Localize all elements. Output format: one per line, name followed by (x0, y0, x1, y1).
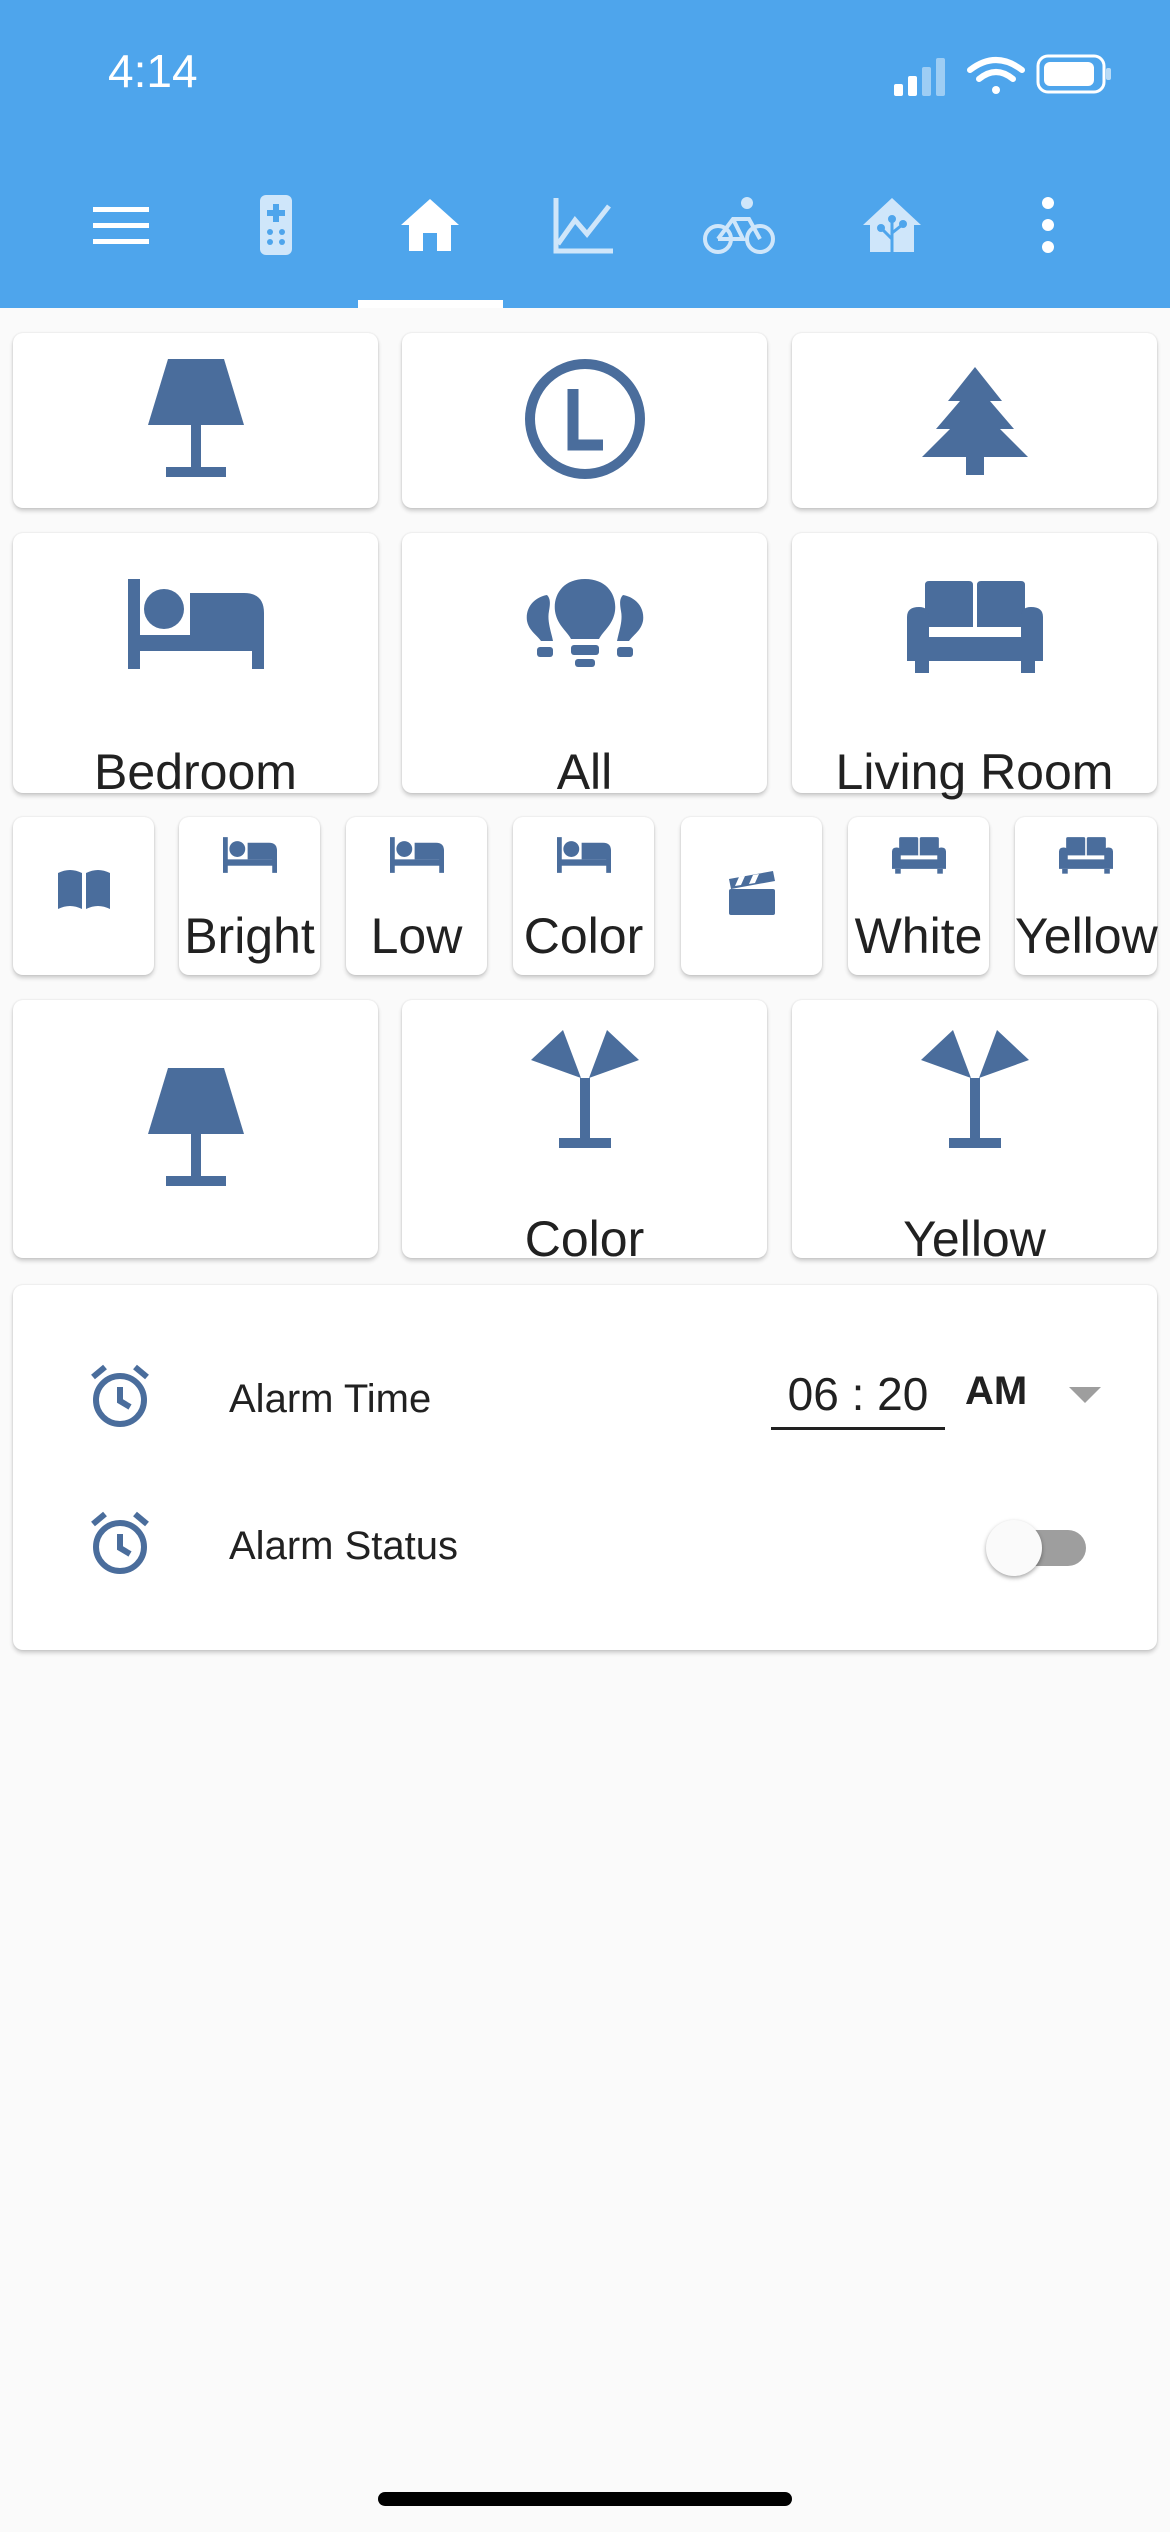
sofa-icon (906, 581, 1043, 673)
remote-icon (260, 195, 292, 255)
living-yellow-button[interactable]: Yellow (1015, 817, 1158, 975)
alarm-time-label: Alarm Time (229, 1377, 432, 1421)
living-room-button[interactable]: Living Room (792, 533, 1157, 800)
menu-icon (93, 207, 149, 244)
reading-scene-button[interactable] (13, 817, 154, 975)
clock-l-button[interactable] (402, 333, 767, 508)
bedroom-button[interactable]: Bedroom (13, 533, 378, 800)
battery-icon (1036, 54, 1111, 94)
tab-activity[interactable] (684, 180, 794, 270)
alarm-status-row: Alarm Status (13, 1490, 1157, 1590)
movie-scene-button[interactable] (681, 817, 822, 975)
alarm-clock-icon (91, 1364, 149, 1427)
lamp-yellow-label: Yellow (903, 1211, 1046, 1267)
living-white-button[interactable]: White (848, 817, 989, 975)
all-label: All (556, 744, 613, 800)
status-time: 4:14 (108, 45, 198, 97)
dropdown-arrow-icon (1069, 1387, 1101, 1403)
chart-line-icon (553, 198, 613, 254)
bed-icon (127, 579, 264, 669)
tab-overflow-menu[interactable] (993, 180, 1103, 270)
tab-history[interactable] (529, 180, 639, 270)
more-vertical-icon (1042, 197, 1054, 253)
ampm-select[interactable]: AM (965, 1363, 1105, 1423)
tree-button[interactable] (792, 333, 1157, 508)
wifi-icon (967, 57, 1025, 94)
home-icon (401, 199, 459, 251)
alarm-clock-icon (91, 1511, 149, 1574)
floor-lamp-dual-icon (920, 1030, 1029, 1148)
sofa-icon (1059, 837, 1113, 874)
home-assistant-icon (863, 198, 921, 252)
floor-lamp-color-button[interactable]: Color (402, 1000, 767, 1267)
signal-icon (894, 58, 945, 96)
floor-lamp-yellow-button[interactable]: Yellow (792, 1000, 1157, 1267)
bedroom-color-button[interactable]: Color (513, 817, 654, 975)
tab-home-assistant[interactable] (837, 180, 947, 270)
lamp-button[interactable] (13, 333, 378, 508)
alarm-status-label: Alarm Status (229, 1524, 458, 1568)
pine-tree-icon (921, 367, 1028, 475)
book-open-icon (57, 870, 110, 909)
yellow-label: Yellow (1015, 908, 1158, 964)
home-indicator (378, 2492, 792, 2506)
alarm-time-input[interactable]: 06 : 20 (771, 1357, 945, 1430)
tab-home[interactable] (375, 180, 485, 270)
alarm-time-row: Alarm Time 06 : 20 AM (13, 1343, 1157, 1443)
bed-icon (222, 837, 277, 873)
bed-icon (389, 837, 444, 873)
bike-icon (703, 197, 775, 254)
bedroom-low-button[interactable]: Low (346, 817, 487, 975)
lamp-color-label: Color (524, 1211, 645, 1267)
lamp-icon (147, 359, 244, 477)
color-label: Color (523, 908, 644, 964)
lamp-button-2[interactable] (13, 1000, 378, 1258)
bed-icon (556, 837, 611, 873)
lamp-icon (147, 1068, 244, 1186)
movie-clapper-icon (728, 871, 775, 915)
all-lights-button[interactable]: All (402, 533, 767, 800)
floor-lamp-dual-icon (530, 1030, 639, 1148)
status-icons (894, 52, 1114, 98)
living-room-label: Living Room (835, 744, 1114, 800)
tab-remote[interactable] (221, 180, 331, 270)
bedroom-label: Bedroom (94, 744, 297, 800)
toggle-knob (986, 1520, 1042, 1576)
sofa-icon (891, 837, 946, 874)
bedroom-bright-button[interactable]: Bright (179, 817, 320, 975)
alarm-status-toggle[interactable] (986, 1518, 1098, 1576)
alarm-entities-card: Alarm Time 06 : 20 AM Alarm Status (13, 1285, 1157, 1650)
bright-label: Bright (184, 908, 315, 964)
app-header: 4:14 (0, 0, 1170, 308)
tab-menu[interactable] (66, 180, 176, 270)
clock-letter-l-icon (524, 359, 645, 479)
active-tab-indicator (358, 300, 503, 308)
low-label: Low (370, 908, 463, 964)
bulbs-group-icon (526, 579, 643, 667)
white-label: White (854, 908, 983, 964)
